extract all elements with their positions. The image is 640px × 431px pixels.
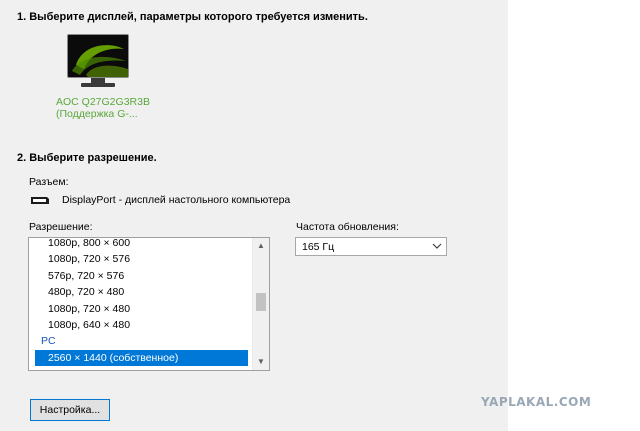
scroll-down-icon[interactable]: ▼ (253, 354, 269, 370)
scroll-up-icon[interactable]: ▲ (253, 238, 269, 254)
list-item-selected[interactable]: 2560 × 1440 (собственное) (35, 349, 248, 367)
listbox-scrollbar[interactable]: ▲ ▼ (252, 238, 269, 370)
display-subtitle[interactable]: (Поддержка G-... (56, 108, 138, 120)
step1-heading: 1. Выберите дисплей, параметры которого … (17, 11, 368, 23)
display-tile[interactable] (67, 34, 129, 88)
list-item[interactable]: 1080p, 800 × 600 (29, 238, 254, 251)
displayport-icon (31, 197, 49, 204)
list-item[interactable]: 576p, 720 × 576 (29, 268, 254, 284)
list-item[interactable]: 1080p, 640 × 480 (29, 317, 254, 333)
chevron-down-icon (432, 243, 442, 249)
list-item[interactable]: 480p, 720 × 480 (29, 284, 254, 300)
scroll-thumb[interactable] (256, 293, 266, 311)
resolution-label: Разрешение: (29, 221, 93, 233)
watermark: YAPLAKAL.COM (481, 395, 592, 409)
monitor-base (81, 83, 115, 87)
list-group-header: PC (41, 335, 56, 348)
background-panel (508, 0, 640, 431)
connector-value: DisplayPort - дисплей настольного компью… (62, 194, 291, 206)
refresh-rate-select[interactable]: 165 Гц (295, 237, 447, 256)
list-item[interactable]: 1080p, 720 × 480 (29, 301, 254, 317)
display-name[interactable]: AOC Q27G2G3R3B (56, 96, 150, 108)
step2-heading: 2. Выберите разрешение. (17, 152, 157, 164)
list-item[interactable]: 1080p, 720 × 576 (29, 251, 254, 267)
refresh-rate-label: Частота обновления: (296, 221, 399, 233)
connector-label: Разъем: (29, 176, 69, 188)
refresh-rate-value: 165 Гц (302, 241, 335, 253)
customize-button[interactable]: Настройка... (30, 399, 110, 421)
nvidia-monitor-icon (67, 34, 129, 78)
resolution-listbox[interactable]: 1080p, 800 × 600 1080p, 720 × 576 576p, … (28, 237, 270, 371)
